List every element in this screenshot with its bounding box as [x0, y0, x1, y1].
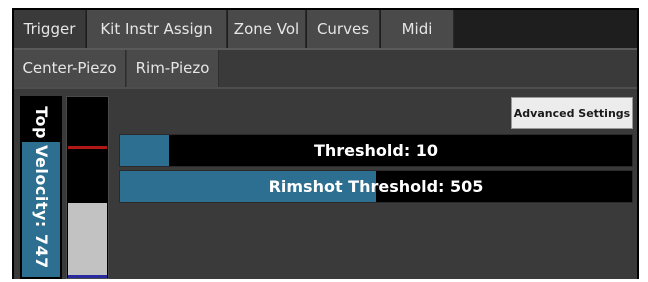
- top-velocity-label-container: Top Velocity: 747: [21, 96, 61, 279]
- tab-trigger[interactable]: Trigger: [14, 10, 86, 48]
- tab-rim-piezo[interactable]: Rim-Piezo: [127, 50, 219, 87]
- threshold-slider[interactable]: Threshold: 10: [119, 134, 633, 167]
- advanced-settings-label: Advanced Settings: [513, 106, 631, 120]
- main-tab-bar: Trigger Kit Instr Assign Zone Vol Curves…: [14, 10, 637, 48]
- threshold-label: Threshold: 10: [313, 141, 439, 160]
- tab-label: Zone Vol: [233, 20, 300, 38]
- meter-blue-marker: [68, 275, 107, 278]
- tab-label: Trigger: [23, 20, 76, 38]
- tab-label: Curves: [316, 20, 370, 38]
- tab-label: Kit Instr Assign: [100, 20, 213, 38]
- tab-label: Midi: [401, 20, 433, 38]
- tab-kit-instr-assign[interactable]: Kit Instr Assign: [87, 10, 227, 48]
- meter-level-fill: [68, 203, 107, 275]
- rimshot-threshold-slider[interactable]: Rimshot Threshold: 505: [119, 170, 633, 203]
- meter-red-marker: [68, 146, 107, 149]
- tab-midi[interactable]: Midi: [381, 10, 454, 48]
- hit-level-meter: [66, 96, 109, 279]
- subtab-label: Rim-Piezo: [135, 59, 210, 77]
- sub-tab-bar: Center-Piezo Rim-Piezo: [14, 50, 637, 87]
- top-velocity-label: Top Velocity: 747: [31, 106, 51, 269]
- rimshot-threshold-label: Rimshot Threshold: 505: [268, 177, 484, 196]
- tab-curves[interactable]: Curves: [307, 10, 380, 48]
- subtab-label: Center-Piezo: [22, 59, 117, 77]
- tab-center-piezo[interactable]: Center-Piezo: [14, 50, 126, 87]
- tab-zone-vol[interactable]: Zone Vol: [228, 10, 306, 48]
- advanced-settings-button[interactable]: Advanced Settings: [511, 97, 633, 129]
